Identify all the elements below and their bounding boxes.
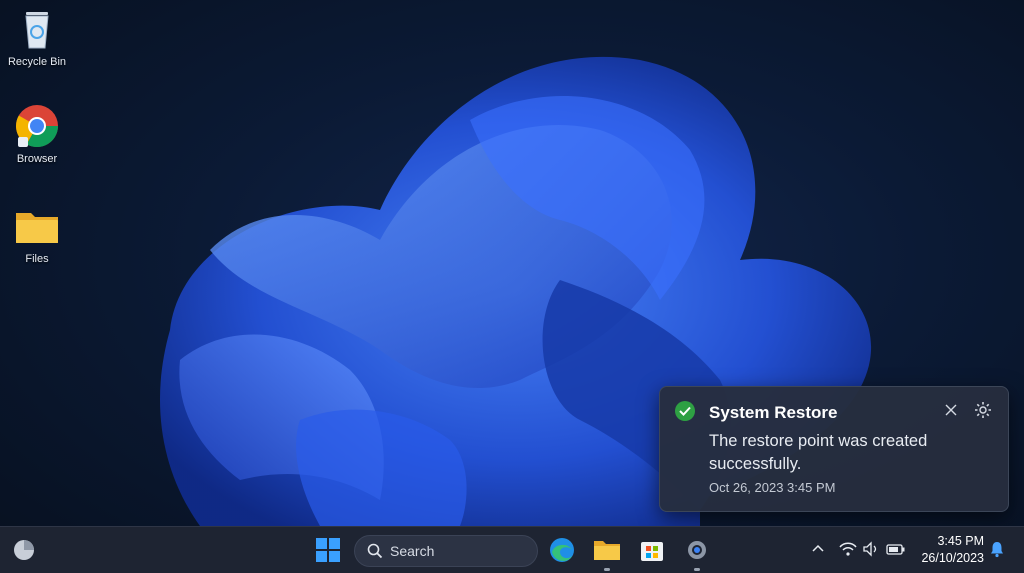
search-label: Search bbox=[390, 543, 435, 559]
start-button[interactable] bbox=[312, 534, 344, 566]
taskbar: Search 3:45 PM 26/10/2023 bbox=[0, 526, 1024, 573]
desktop-icon-recycle-bin[interactable]: Recycle Bin bbox=[4, 6, 70, 68]
notification-toast[interactable]: System Restore The restore point was cre… bbox=[659, 386, 1009, 512]
notification-message: The restore point was created successful… bbox=[709, 432, 928, 473]
bell-icon bbox=[991, 542, 1003, 558]
running-indicator bbox=[604, 568, 610, 571]
store-button[interactable] bbox=[636, 534, 668, 566]
speaker-icon bbox=[863, 541, 877, 557]
folder-icon bbox=[594, 541, 620, 560]
desktop-icon-label: Recycle Bin bbox=[7, 56, 67, 68]
running-indicator bbox=[694, 568, 700, 571]
recycle-bin-icon bbox=[14, 6, 60, 52]
check-circle-icon bbox=[675, 401, 695, 421]
file-explorer-button[interactable] bbox=[591, 534, 623, 571]
chevron-up-icon bbox=[812, 544, 824, 552]
taskbar-search[interactable]: Search bbox=[354, 535, 538, 567]
edge-button[interactable] bbox=[546, 534, 578, 566]
desktop-icon-browser[interactable]: Browser bbox=[4, 103, 70, 165]
notification-timestamp: Oct 26, 2023 3:45 PM bbox=[709, 480, 836, 495]
settings-button[interactable] bbox=[681, 534, 713, 571]
taskbar-clock[interactable]: 3:45 PM 26/10/2023 bbox=[914, 533, 984, 567]
notification-settings-button[interactable] bbox=[973, 400, 993, 420]
store-icon bbox=[641, 542, 663, 561]
close-icon bbox=[945, 404, 957, 416]
gear-icon bbox=[975, 402, 991, 418]
notification-title: System Restore bbox=[709, 403, 838, 422]
desktop-icon-label: Files bbox=[25, 253, 49, 265]
battery-button[interactable] bbox=[886, 541, 906, 562]
volume-button[interactable] bbox=[862, 541, 880, 562]
clock-time: 3:45 PM bbox=[937, 534, 984, 548]
folder-icon bbox=[14, 203, 60, 249]
battery-icon bbox=[886, 544, 905, 555]
desktop-icon-files[interactable]: Files bbox=[4, 203, 70, 265]
clock-date: 26/10/2023 bbox=[921, 551, 984, 565]
show-hidden-icons-button[interactable] bbox=[810, 541, 826, 562]
widgets-button[interactable] bbox=[8, 534, 40, 566]
weather-icon bbox=[14, 540, 34, 560]
wifi-button[interactable] bbox=[839, 541, 857, 562]
desktop-icon-label: Browser bbox=[16, 153, 58, 165]
chrome-icon bbox=[14, 103, 60, 149]
gear-icon bbox=[688, 541, 706, 559]
notification-close-button[interactable] bbox=[942, 401, 960, 419]
search-icon bbox=[367, 543, 383, 559]
notifications-button[interactable] bbox=[989, 540, 1005, 563]
wifi-icon bbox=[839, 542, 857, 556]
edge-icon bbox=[550, 538, 574, 562]
windows-icon bbox=[316, 538, 340, 562]
